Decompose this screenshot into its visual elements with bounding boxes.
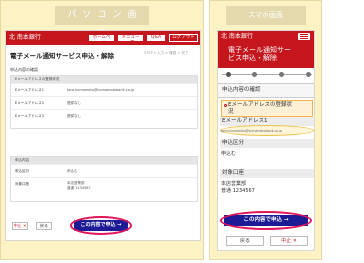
kubun-label: 申込区分 [220,139,314,148]
account-branch: 本店営業部 [221,181,247,187]
row-value: 登録なし [67,114,81,118]
section-heading: 申込内容の確認 [218,83,314,98]
home-button[interactable]: ホームページ [88,34,115,46]
title-line: 電子メール通知サー [228,46,291,54]
subheading-line: 況 [228,109,234,115]
step-indicator [222,71,312,79]
account-branch: 本店営業部 [67,181,85,185]
back-button[interactable]: 戻る [36,222,52,230]
table-row: 対象口座 本店営業部 普通 1234567 [11,177,197,195]
back-button[interactable]: 戻る [226,236,264,246]
circle-bullet-icon [224,104,227,107]
pc-window: 北 南本銀行 ホームページ メニュー一覧 Q&A ログアウト 電子メール通知サー… [5,30,201,241]
menu-button[interactable]: メニュー一覧 [117,34,144,46]
pc-tag: パソコン画面 [55,6,149,39]
email-status-heading: Eメールアドレスの登録状 況 [221,100,313,117]
sp-screen: 北 南本銀行 電子メール通知サー ビス申込・解除 申込内容の確認 Eメールアドレ… [217,30,315,251]
logout-button[interactable]: ログアウト [169,34,198,42]
bank-logo: 北 南本銀行 [9,34,41,41]
account-number: 普通 1234567 [67,186,91,190]
table-row: Eメールアドレス3 登録なし [11,109,197,122]
cancel-button[interactable]: 中止 ✕ [12,222,28,230]
step-dot-icon [306,72,311,77]
title-line: ビス申込・解除 [228,54,277,62]
account-label: 対象口座 [220,169,314,178]
table-row: Eメールアドレス1 taro.kumamoto@kumamotobank.co.… [11,83,197,96]
account-number: 普通 1234567 [221,188,255,194]
hamburger-menu-icon[interactable] [298,33,310,40]
sp-tag: スマホ画面 [225,6,306,25]
row-label: Eメールアドレス3 [15,114,44,118]
pc-action-bar: 中止 ✕ 戻る この内容で申込 → [10,216,200,236]
sp-panel: スマホ画面 北 南本銀行 電子メール通知サー ビス申込・解除 申込内容の確認 E… [209,0,322,260]
pc-panel: パソコン画面 北 南本銀行 ホームページ メニュー一覧 Q&A ログアウト 電子… [0,0,204,260]
page-title: 電子メール通知サー ビス申込・解除 [218,42,314,68]
application-header: 申込内容 [11,157,197,164]
row-label: Eメールアドレス1 [15,88,44,92]
qa-button[interactable]: Q&A [146,34,166,42]
row-label: Eメールアドレス2 [15,101,44,105]
row-value: taro.kumamoto@kumamotobank.co.jp [67,88,135,92]
email-value: taro.kumamoto@kumamotobank.co.jp [221,129,283,133]
email-status-card: Eメールアドレスの登録状況 Eメールアドレス1 taro.kumamoto@ku… [10,75,198,129]
step-dot-icon [279,72,284,77]
page-subtitle: 申込内容の確認 [10,67,38,72]
cancel-button[interactable]: 中止 ✕ [270,236,308,246]
pc-header-bar: 北 南本銀行 ホームページ メニュー一覧 Q&A ログアウト [6,31,200,46]
sp-header-bar: 北 南本銀行 [218,31,314,42]
step-dot-icon [252,72,257,77]
row-label: 申込区分 [15,169,29,173]
table-row: Eメールアドレス2 登録なし [11,96,197,109]
table-row: 申込区分 申込む [11,164,197,177]
highlight-ring [70,216,132,235]
step-indicator: STEP 1 入力 > 確認 > 完了 [144,51,189,55]
subheading-line: Eメールアドレスの登録状 [228,102,292,108]
email-status-header: Eメールアドレスの登録状況 [11,76,197,83]
row-value: 本店営業部 普通 1234567 [67,181,91,191]
page-title: 電子メール通知サービス申込・解除 [10,52,114,60]
row-value: 申込む [67,169,78,173]
highlight-ring [220,211,312,230]
row-value: 登録なし [67,101,81,105]
row-label: 対象口座 [15,182,29,186]
kubun-value: 申込む [221,151,237,157]
step-dot-icon [226,72,231,77]
application-card: 申込内容 申込区分 申込む 対象口座 本店営業部 普通 1234567 [10,156,198,202]
bank-logo: 北 南本銀行 [221,33,253,40]
